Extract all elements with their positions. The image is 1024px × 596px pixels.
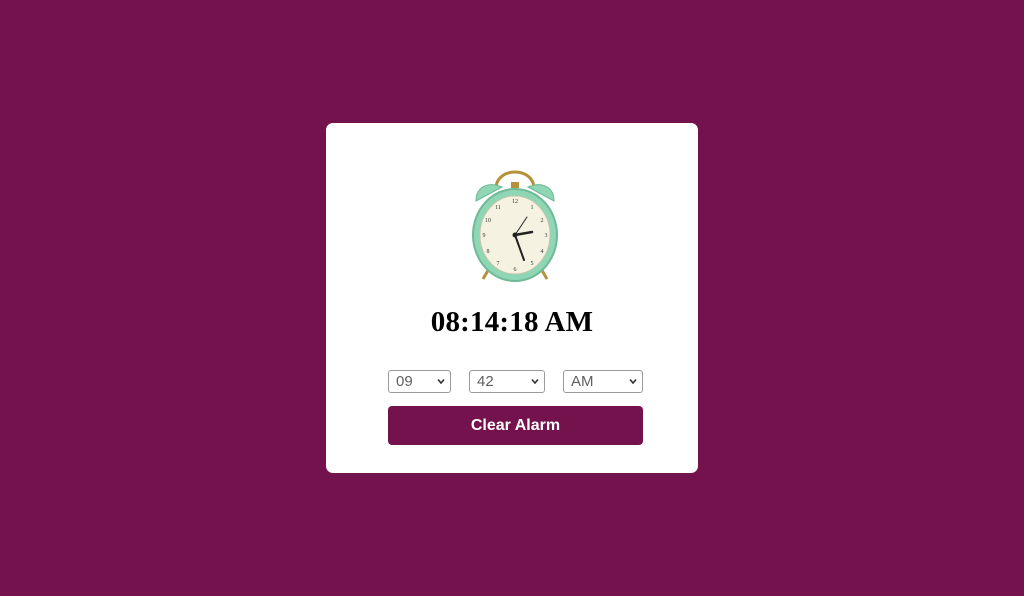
alarm-card: 12 1 2 3 4 5 6 7 8 9 10 11 08:14:18 AM 0…	[326, 123, 698, 473]
alarm-clock-icon: 12 1 2 3 4 5 6 7 8 9 10 11	[472, 170, 558, 282]
svg-text:4: 4	[541, 249, 544, 255]
chevron-down-icon	[437, 378, 445, 385]
hour-select[interactable]: 09	[388, 370, 451, 393]
svg-text:12: 12	[512, 199, 518, 205]
svg-text:1: 1	[531, 205, 534, 211]
ampm-select[interactable]: AM	[563, 370, 643, 393]
current-time: 08:14:18 AM	[430, 306, 594, 338]
svg-text:11: 11	[495, 205, 501, 211]
svg-text:9: 9	[483, 233, 486, 239]
clear-alarm-button[interactable]: Clear Alarm	[388, 406, 643, 445]
svg-text:7: 7	[497, 261, 500, 267]
minute-select[interactable]: 42	[469, 370, 545, 393]
chevron-down-icon	[531, 378, 539, 385]
minute-select-value: 42	[477, 373, 494, 390]
svg-text:3: 3	[545, 233, 548, 239]
svg-text:2: 2	[541, 218, 544, 224]
svg-text:6: 6	[514, 267, 517, 273]
chevron-down-icon	[629, 378, 637, 385]
ampm-select-value: AM	[571, 373, 594, 390]
svg-text:8: 8	[487, 249, 490, 255]
hour-select-value: 09	[396, 373, 413, 390]
svg-text:5: 5	[531, 261, 534, 267]
svg-text:10: 10	[485, 218, 491, 224]
